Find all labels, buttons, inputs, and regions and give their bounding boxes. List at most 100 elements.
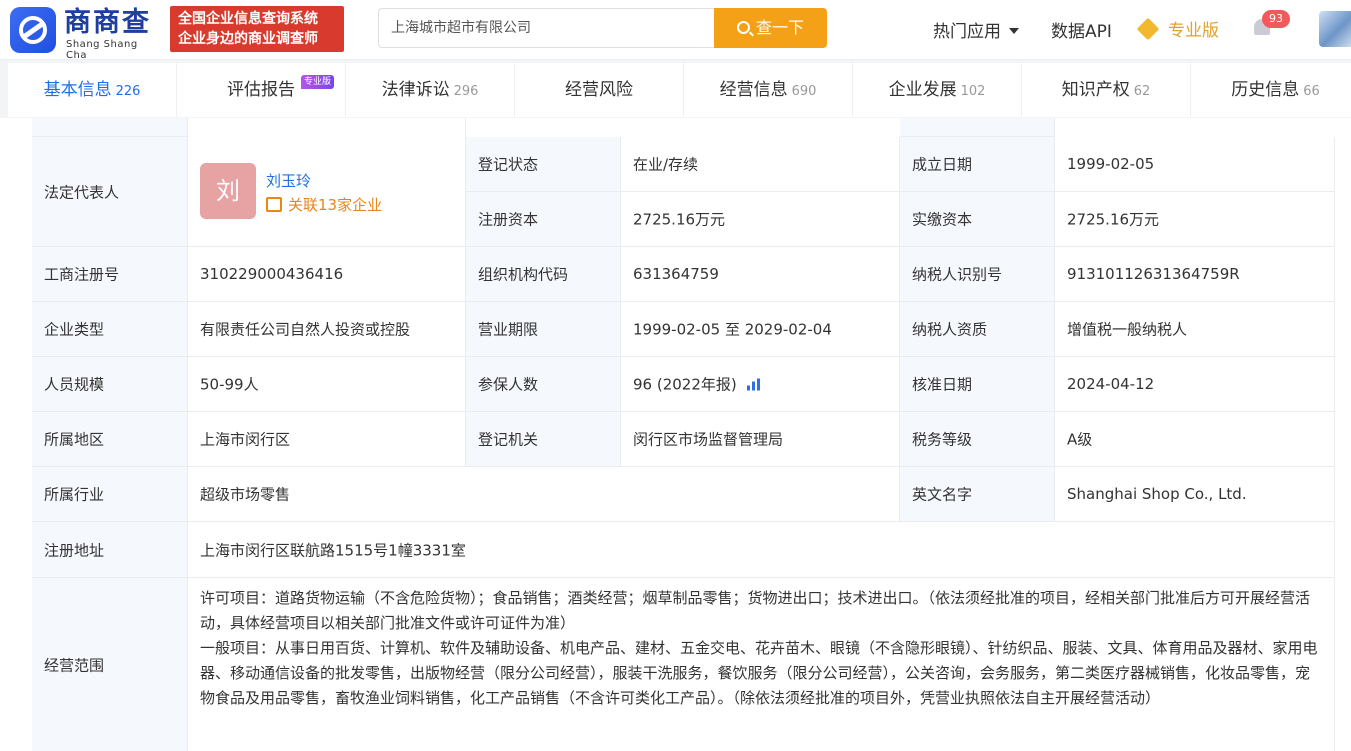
slogan-banner: 全国企业信息查询系统 企业身边的商业调查师	[170, 6, 344, 52]
est-date-label-cell: 成立日期	[900, 137, 1055, 192]
site-logo[interactable]: 商商查 Shang Shang Cha	[10, 7, 160, 61]
tab-count: 66	[1303, 84, 1320, 99]
tax-grade-label: 税务等级	[912, 430, 973, 449]
english-name-label-cell: 英文名字	[900, 467, 1055, 522]
staff-size-label-cell: 人员规模	[32, 357, 188, 412]
tab-history[interactable]: 历史信息 66	[1191, 63, 1351, 117]
search-icon	[736, 21, 750, 34]
table-spacer	[900, 118, 1055, 137]
insured-label-cell: 参保人数	[466, 357, 621, 412]
paid-capital-cell: 2725.16万元	[1055, 192, 1335, 247]
staff-size-value: 50-99人	[200, 375, 259, 394]
tab-count: 102	[960, 84, 986, 99]
tax-id-label: 纳税人识别号	[912, 265, 1003, 284]
address-cell: 上海市闵行区联航路1515号1幢3331室	[188, 522, 1335, 578]
network-icon	[266, 197, 282, 212]
est-date-cell: 1999-02-05	[1055, 137, 1335, 192]
tab-label: 评估报告	[227, 80, 295, 100]
reg-authority-cell: 闵行区市场监督管理局	[621, 412, 900, 467]
tab-business-info[interactable]: 经营信息 690	[684, 63, 853, 117]
english-name-value: Shanghai Shop Co., Ltd.	[1067, 485, 1247, 503]
legal-rep-label: 法定代表人	[44, 183, 120, 201]
staff-size-cell: 50-99人	[188, 357, 466, 412]
tab-business-risk[interactable]: 经营风险	[515, 63, 684, 117]
address-label-cell: 注册地址	[32, 522, 188, 578]
tab-development[interactable]: 企业发展 102	[853, 63, 1022, 117]
top-bar: 商商查 Shang Shang Cha 全国企业信息查询系统 企业身边的商业调查…	[0, 0, 1351, 61]
staff-size-label: 人员规模	[44, 375, 105, 394]
region-label-cell: 所属地区	[32, 412, 188, 467]
tab-count: 62	[1133, 84, 1151, 99]
est-date-label: 成立日期	[912, 155, 973, 174]
biz-reg-no-label-cell: 工商注册号	[32, 247, 188, 302]
biz-reg-no-value: 310229000436416	[200, 265, 344, 283]
industry-label-cell: 所属行业	[32, 467, 188, 522]
tab-ip[interactable]: 知识产权 62	[1022, 63, 1191, 117]
english-name-cell: Shanghai Shop Co., Ltd.	[1055, 467, 1335, 522]
approval-date-cell: 2024-04-12	[1055, 357, 1335, 412]
section-tabs: 基本信息 226 评估报告 专业版 法律诉讼 296 经营风险 经营信息 690 企业发…	[8, 63, 1351, 117]
user-avatar[interactable]	[1319, 11, 1351, 47]
bar-chart-icon[interactable]	[746, 378, 761, 391]
taxpayer-qual-label: 纳税人资质	[912, 320, 988, 339]
company-type-cell: 有限责任公司自然人投资或控股	[188, 302, 466, 357]
reg-capital-label: 注册资本	[478, 210, 539, 229]
term-value: 1999-02-05 至 2029-02-04	[633, 320, 832, 339]
scope-label-cell: 经营范围	[32, 578, 188, 751]
approval-date-label: 核准日期	[912, 375, 973, 394]
legal-rep-assoc-label: 关联13家企业	[288, 196, 383, 214]
nav-pro-version[interactable]: 专业版	[1136, 16, 1219, 41]
reg-capital-cell: 2725.16万元	[621, 192, 900, 247]
term-cell: 1999-02-05 至 2029-02-04	[621, 302, 900, 357]
tab-label: 知识产权	[1061, 80, 1130, 100]
english-name-label: 英文名字	[912, 485, 973, 504]
region-label: 所属地区	[44, 430, 105, 449]
legal-rep-assoc-link[interactable]: 关联13家企业	[266, 194, 382, 215]
est-date-value: 1999-02-05	[1067, 155, 1155, 173]
company-type-label: 企业类型	[44, 320, 105, 339]
term-label-cell: 营业期限	[466, 302, 621, 357]
paid-capital-label-cell: 实缴资本	[900, 192, 1055, 247]
table-spacer	[188, 118, 466, 137]
diamond-icon	[1136, 17, 1160, 41]
tax-grade-cell: A级	[1055, 412, 1335, 467]
slogan-line-2: 企业身边的商业调查师	[178, 31, 318, 47]
paid-capital-value: 2725.16万元	[1067, 210, 1160, 229]
legal-rep-avatar[interactable]: 刘	[200, 163, 256, 219]
tab-assessment-report[interactable]: 评估报告 专业版	[177, 63, 346, 117]
tax-grade-value: A级	[1067, 430, 1093, 449]
tax-id-value: 91310112631364759R	[1067, 265, 1240, 283]
paid-capital-label: 实缴资本	[912, 210, 973, 229]
insured-cell: 96 (2022年报)	[621, 357, 900, 412]
tab-label: 法律诉讼	[381, 80, 450, 100]
industry-cell: 超级市场零售	[188, 467, 900, 522]
tab-basic-info[interactable]: 基本信息 226	[8, 63, 177, 117]
tax-grade-label-cell: 税务等级	[900, 412, 1055, 467]
reg-authority-label-cell: 登记机关	[466, 412, 621, 467]
insured-value: 96 (2022年报)	[633, 375, 737, 394]
scope-cell: 许可项目：道路货物运输（不含危险货物）；食品销售；酒类经营；烟草制品零售；货物进…	[188, 578, 1335, 751]
nav-pro-label: 专业版	[1168, 21, 1219, 41]
tab-label: 企业发展	[888, 80, 957, 100]
search-button-label: 查一下	[755, 18, 804, 37]
tab-legal-litigation[interactable]: 法律诉讼 296	[346, 63, 515, 117]
pro-tag: 专业版	[301, 75, 335, 89]
industry-value: 超级市场零售	[200, 485, 291, 504]
company-type-value: 有限责任公司自然人投资或控股	[200, 320, 411, 339]
biz-reg-no-cell: 310229000436416	[188, 247, 466, 302]
nav-hot-apps[interactable]: 热门应用	[933, 17, 1019, 42]
logo-icon	[10, 7, 56, 53]
search-input[interactable]: 上海城市超市有限公司	[378, 8, 716, 48]
company-type-label-cell: 企业类型	[32, 302, 188, 357]
reg-authority-value: 闵行区市场监督管理局	[633, 430, 784, 449]
logo-subtext: Shang Shang Cha	[66, 39, 138, 61]
approval-date-label-cell: 核准日期	[900, 357, 1055, 412]
tax-id-label-cell: 纳税人识别号	[900, 247, 1055, 302]
insured-value-wrap: 96 (2022年报)	[633, 374, 761, 395]
slogan-line-1: 全国企业信息查询系统	[178, 11, 318, 27]
nav-data-api[interactable]: 数据API	[1051, 17, 1112, 42]
org-code-label-cell: 组织机构代码	[466, 247, 621, 302]
legal-rep-name[interactable]: 刘玉玲	[266, 170, 311, 191]
reg-capital-label-cell: 注册资本	[466, 192, 621, 247]
search-button[interactable]: 查一下	[714, 8, 827, 48]
